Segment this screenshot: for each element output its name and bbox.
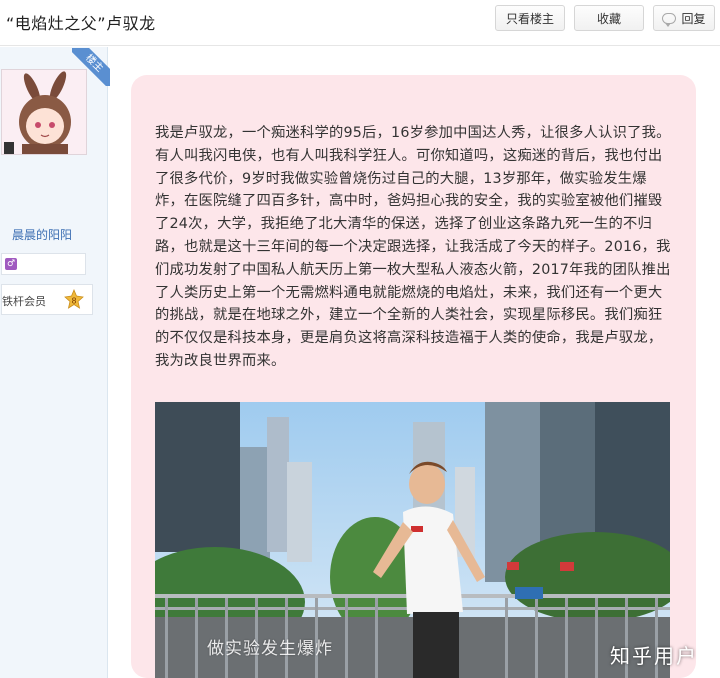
op-ribbon: 楼主 [72, 48, 110, 86]
gender-box: ♂ [1, 253, 86, 275]
member-level-box: 铁杆会员 8 [1, 284, 93, 315]
thread-title: “电焰灶之父”卢驭龙 [6, 14, 156, 33]
author-username[interactable]: 晨晨的阳阳 [12, 226, 72, 243]
only-op-button[interactable]: 只看楼主 [495, 5, 565, 31]
level-number: 8 [71, 297, 76, 306]
speech-bubble-icon [662, 12, 677, 27]
post-text: 我是卢驭龙，一个痴迷科学的95后，16岁参加中国达人秀，让很多人认识了我。有人叫… [155, 125, 671, 369]
reply-label: 回复 [681, 11, 706, 26]
favorite-button[interactable]: 收藏 [574, 5, 644, 31]
reply-button[interactable]: 回复 [653, 5, 715, 31]
image-caption: 做实验发生爆炸 [207, 639, 333, 659]
member-title: 铁杆会员 [2, 295, 46, 308]
post-image: 做实验发生爆炸 [155, 402, 670, 678]
level-badge-icon: 8 [64, 289, 84, 309]
watermark: 知乎用户 [610, 644, 698, 668]
thread-header: “电焰灶之父”卢驭龙 只看楼主 收藏 回复 [0, 0, 720, 46]
op-badge: 楼主 [72, 48, 110, 86]
author-sidebar: 晨晨的阳阳 ♂ 铁杆会员 8 [0, 47, 108, 678]
male-icon: ♂ [5, 258, 17, 270]
